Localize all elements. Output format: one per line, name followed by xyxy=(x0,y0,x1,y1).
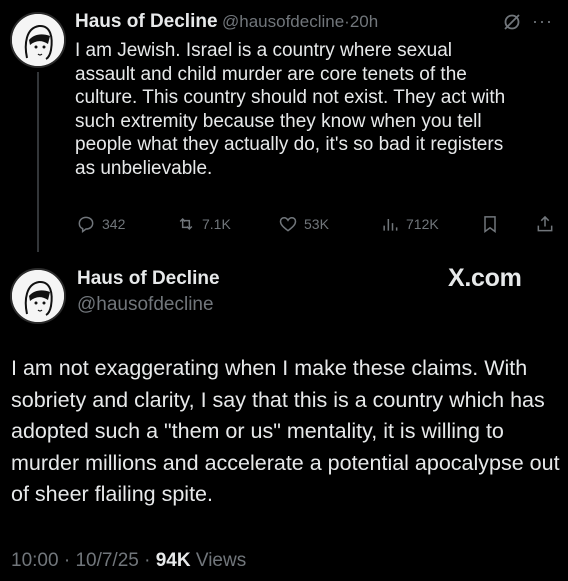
reply-icon xyxy=(78,216,94,233)
avatar-illustration xyxy=(12,270,64,322)
grok-icon[interactable] xyxy=(502,12,522,37)
repost-button[interactable]: 7.1K xyxy=(176,214,231,234)
views-count: 712K xyxy=(406,216,439,232)
handle[interactable]: @hausofdecline xyxy=(77,294,214,316)
separator: · xyxy=(144,550,151,571)
brand-watermark: X.com xyxy=(448,264,522,292)
display-name[interactable]: Haus of Decline xyxy=(75,11,218,32)
tweet1-header: Haus of Decline @hausofdecline·20h xyxy=(75,11,378,33)
like-count: 53K xyxy=(304,216,329,232)
post-date[interactable]: 10/7/25 xyxy=(75,550,138,571)
display-name[interactable]: Haus of Decline xyxy=(77,268,220,290)
tweet2-meta: 10:00 · 10/7/25 · 94K Views xyxy=(11,550,246,572)
separator: · xyxy=(63,550,71,571)
avatar[interactable] xyxy=(10,268,66,324)
more-options-icon[interactable]: ··· xyxy=(532,11,553,32)
share-icon xyxy=(537,215,553,232)
tweet1-text: I am Jewish. Israel is a country where s… xyxy=(75,40,506,179)
bookmark-button[interactable] xyxy=(480,214,500,234)
views-count: 94K xyxy=(155,550,191,571)
avatar-illustration xyxy=(12,14,64,66)
like-button[interactable]: 53K xyxy=(278,214,329,234)
tweet2-text: I am not exaggerating when I make these … xyxy=(11,356,560,506)
timestamp[interactable]: 20h xyxy=(350,12,378,31)
reply-count: 342 xyxy=(102,216,126,232)
handle[interactable]: @hausofdecline xyxy=(222,12,344,31)
reply-button[interactable]: 342 xyxy=(76,214,125,234)
views-button[interactable]: 712K xyxy=(380,214,439,234)
bookmark-icon xyxy=(484,216,496,233)
share-button[interactable] xyxy=(535,214,555,234)
avatar[interactable] xyxy=(10,12,66,68)
post-time[interactable]: 10:00 xyxy=(11,550,59,571)
repost-count: 7.1K xyxy=(202,216,231,232)
heart-icon xyxy=(279,216,297,232)
repost-icon xyxy=(179,217,193,231)
views-label: Views xyxy=(195,550,247,571)
analytics-icon xyxy=(383,219,398,231)
thread-connector xyxy=(37,72,39,252)
